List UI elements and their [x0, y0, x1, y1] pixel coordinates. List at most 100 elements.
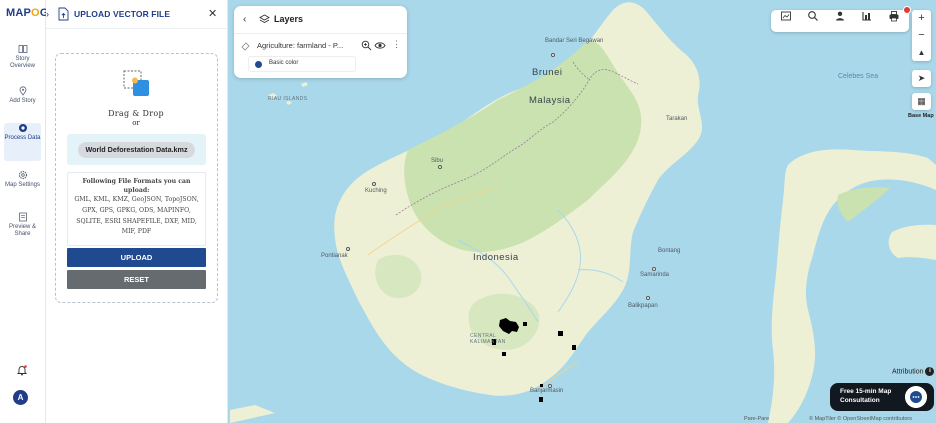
- layers-divider: [234, 33, 407, 34]
- map-label-indonesia: Indonesia: [473, 252, 519, 263]
- style-label: Basic color: [269, 60, 299, 66]
- map-label-sibu: Sibu: [431, 158, 444, 164]
- map-view-icon[interactable]: [780, 10, 792, 22]
- zoom-in-button[interactable]: +: [912, 10, 931, 27]
- selected-file-chip[interactable]: World Deforestation Data.kmz: [78, 142, 195, 158]
- panel-title: UPLOAD VECTOR FILE: [74, 9, 171, 19]
- basemap-icon[interactable]: ▦: [912, 93, 931, 110]
- location-pin-icon: [19, 86, 26, 96]
- nav-label: Add Story: [9, 98, 36, 104]
- back-chevron-icon[interactable]: ‹: [243, 14, 246, 25]
- chat-icon[interactable]: [905, 386, 927, 408]
- layers-title: Layers: [274, 14, 304, 24]
- app-root: MAPOG Story Overview Add Story Process D…: [0, 0, 936, 423]
- map-label-samarinda: Samarinda: [640, 272, 670, 278]
- map-label-central: CENTRAL KALIMANTAN: [470, 333, 506, 345]
- panel-header: › UPLOAD VECTOR FILE ✕: [46, 0, 228, 29]
- city-marker: [372, 182, 376, 186]
- map-label-bontang: Bontang: [658, 248, 681, 254]
- map-label-pare-pare: Pare-Pare: [744, 416, 770, 422]
- notification-badge: [903, 6, 911, 14]
- layer-style-row[interactable]: Basic color: [248, 56, 356, 72]
- gear-icon: [18, 170, 27, 180]
- selected-file-area: World Deforestation Data.kmz: [67, 134, 206, 165]
- map-label-banjarmasin: Banjarmasin: [530, 388, 564, 394]
- locate-control: ➤: [912, 70, 931, 87]
- consultation-banner[interactable]: Free 15-min Map Consultation: [830, 383, 934, 411]
- upload-file-icon: [58, 7, 69, 21]
- drag-drop-illustration-icon: [123, 70, 149, 96]
- layers-icon: [259, 14, 270, 24]
- measure-icon[interactable]: [861, 10, 873, 22]
- map-copyright[interactable]: © MapTiler © OpenStreetMap contributors: [809, 416, 912, 422]
- map-label-riau: RIAU ISLANDS: [268, 96, 308, 102]
- zoom-out-button[interactable]: −: [912, 27, 931, 44]
- nav-item-map-settings[interactable]: Map Settings: [4, 170, 41, 208]
- drag-drop-text: Drag & Drop: [108, 109, 164, 118]
- compass-north-icon[interactable]: ▲: [912, 44, 931, 61]
- app-logo[interactable]: MAPOG: [6, 7, 49, 19]
- nav-label: Preview & Share: [8, 224, 36, 237]
- layer-item[interactable]: Agriculture: farmland - P... ⋮: [241, 39, 403, 54]
- nav-item-preview-share[interactable]: Preview & Share: [4, 212, 41, 250]
- reset-button[interactable]: RESET: [67, 270, 206, 289]
- upload-panel: › UPLOAD VECTOR FILE ✕ Drag & Drop or Wo…: [46, 0, 228, 423]
- print-icon[interactable]: [888, 10, 900, 22]
- map-label-malaysia: Malaysia: [529, 95, 571, 106]
- preview-icon: [18, 212, 27, 222]
- nav-item-process-data[interactable]: Process Data: [4, 123, 41, 161]
- layers-panel: ‹ Layers Agriculture: farmland - P... ⋮ …: [234, 6, 407, 78]
- logo-text-left: MAP: [6, 7, 32, 19]
- map-toolbar: [771, 6, 911, 32]
- nav-item-story-overview[interactable]: Story Overview: [4, 44, 41, 82]
- supported-formats-box: Following File Formats you can upload: G…: [67, 172, 206, 246]
- city-marker: [551, 53, 555, 57]
- upload-button[interactable]: UPLOAD: [67, 248, 206, 267]
- book-icon: [18, 45, 27, 53]
- map-label-balikpapan: Balikpapan: [628, 303, 658, 309]
- nav-item-add-story[interactable]: Add Story: [4, 86, 41, 124]
- navigate-arrow-icon[interactable]: ➤: [912, 70, 931, 87]
- style-color-swatch: [255, 61, 262, 68]
- user-avatar[interactable]: A: [13, 390, 28, 405]
- city-marker: [438, 165, 442, 169]
- chevron-right-icon[interactable]: ›: [46, 9, 49, 19]
- process-data-icon: [18, 124, 27, 132]
- layer-name: Agriculture: farmland - P...: [257, 41, 344, 50]
- or-text: or: [132, 119, 140, 127]
- more-options-icon[interactable]: ⋮: [392, 39, 401, 50]
- visibility-eye-icon[interactable]: [374, 41, 386, 50]
- map-label-pontianak: Pontianak: [321, 253, 348, 259]
- map-label-kuching: Kuching: [365, 188, 387, 194]
- nav-label: Map Settings: [4, 182, 41, 188]
- city-marker: [346, 247, 350, 251]
- attribution-toggle[interactable]: Attribution i: [892, 367, 935, 376]
- basemap-control: ▦: [912, 93, 931, 110]
- map-canvas[interactable]: Bandar Seri Begawan Brunei Malaysia Cele…: [228, 0, 936, 423]
- nav-label: Story Overview: [9, 56, 35, 69]
- map-label-bandar: Bandar Seri Begawan: [545, 38, 604, 44]
- city-marker: [548, 384, 552, 388]
- map-label-celebes: Celebes Sea: [838, 73, 879, 80]
- map-label-brunei: Brunei: [532, 67, 563, 78]
- logo-text-o: O: [31, 7, 40, 19]
- file-drop-zone[interactable]: Drag & Drop or World Deforestation Data.…: [55, 53, 218, 303]
- user-location-icon[interactable]: [834, 10, 846, 22]
- left-nav: MAPOG Story Overview Add Story Process D…: [0, 0, 49, 423]
- layer-type-icon: [241, 42, 250, 51]
- zoom-to-layer-icon[interactable]: [361, 40, 372, 51]
- formats-title: Following File Formats you can upload:: [82, 178, 191, 194]
- nav-label: Process Data: [4, 135, 41, 141]
- basemap-label: Base Map: [908, 113, 934, 119]
- info-icon: i: [925, 367, 935, 376]
- close-icon[interactable]: ✕: [208, 7, 217, 20]
- map-label-tarakan: Tarakan: [666, 116, 688, 122]
- attribution-label: Attribution: [892, 368, 924, 376]
- city-marker: [646, 296, 650, 300]
- consultation-text: Free 15-min Map Consultation: [840, 388, 892, 404]
- zoom-controls: + − ▲: [912, 10, 931, 61]
- city-marker: [652, 267, 656, 271]
- search-icon[interactable]: [807, 10, 819, 22]
- bell-icon[interactable]: [16, 364, 28, 376]
- formats-list: GML, KML, KMZ, GeoJSON, TopoJSON, GPX, G…: [74, 196, 199, 236]
